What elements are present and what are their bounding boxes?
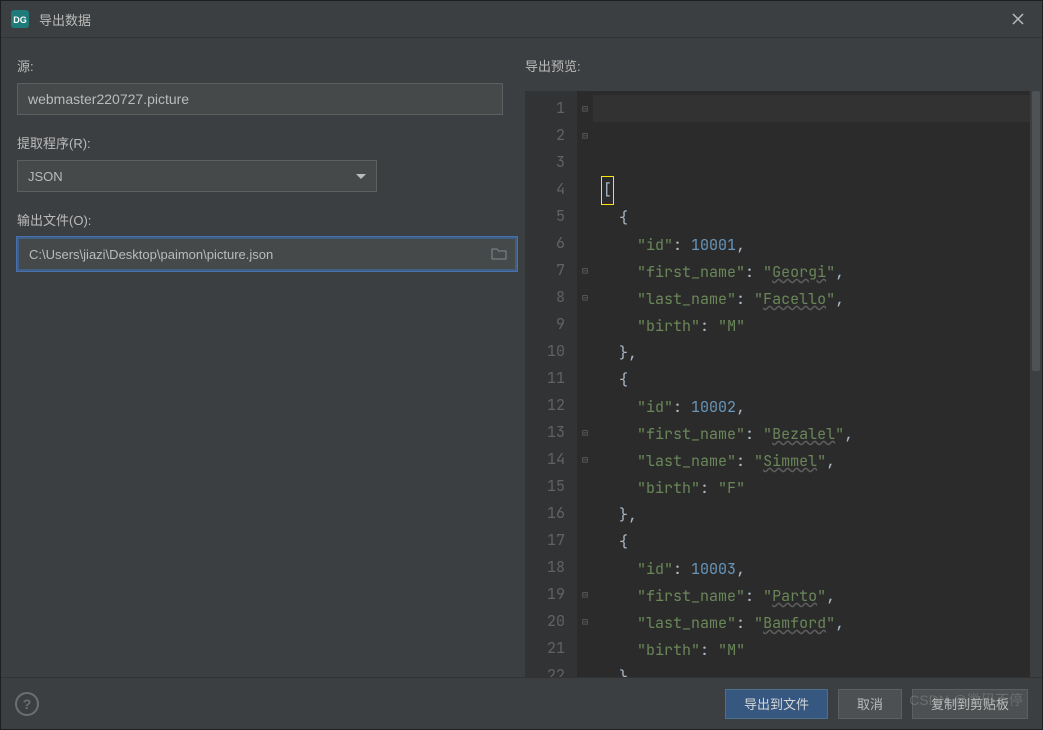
export-dialog: DG 导出数据 源: webmaster220727.picture 提取程序(… [0,0,1043,730]
cancel-button[interactable]: 取消 [838,689,902,719]
left-panel: 源: webmaster220727.picture 提取程序(R): JSON… [1,38,521,677]
app-icon: DG [11,10,29,28]
preview-label: 导出预览: [521,56,1042,75]
source-input[interactable]: webmaster220727.picture [17,83,503,115]
extractor-select[interactable]: JSON [17,160,377,192]
footer: ? 导出到文件 取消 复制到剪贴板 [1,677,1042,729]
vertical-scrollbar[interactable] [1030,91,1042,677]
preview-editor[interactable]: 12345678910111213141516171819202122 ⊟⊟⊟⊟… [525,91,1042,677]
extractor-label: 提取程序(R): [17,133,505,152]
help-icon[interactable]: ? [15,692,39,716]
extractor-group: 提取程序(R): JSON [17,133,505,192]
chevron-down-icon [356,174,366,179]
close-icon[interactable] [1004,5,1032,33]
copy-to-clipboard-button[interactable]: 复制到剪贴板 [912,689,1028,719]
export-button[interactable]: 导出到文件 [725,689,828,719]
code-area: [ { "id": 10001, "first_name": "Georgi",… [593,91,1030,677]
output-value: C:\Users\jiazi\Desktop\paimon\picture.js… [29,247,491,262]
output-label: 输出文件(O): [17,210,505,229]
svg-text:DG: DG [13,15,27,25]
output-group: 输出文件(O): C:\Users\jiazi\Desktop\paimon\p… [17,210,505,271]
folder-icon[interactable] [491,246,507,262]
window-title: 导出数据 [39,10,91,29]
dialog-body: 源: webmaster220727.picture 提取程序(R): JSON… [1,38,1042,677]
source-value: webmaster220727.picture [28,91,189,107]
code-lines: [ { "id": 10001, "first_name": "Georgi",… [601,176,1030,677]
gutter: 12345678910111213141516171819202122 [525,91,577,677]
fold-column: ⊟⊟⊟⊟⊟⊟⊟⊟ [577,91,593,677]
scrollbar-thumb[interactable] [1032,91,1040,371]
source-label: 源: [17,56,505,75]
source-group: 源: webmaster220727.picture [17,56,505,115]
extractor-value: JSON [28,169,63,184]
right-panel: 导出预览: 1234567891011121314151617181920212… [521,38,1042,677]
current-line-highlight [593,95,1030,122]
output-file-input[interactable]: C:\Users\jiazi\Desktop\paimon\picture.js… [17,237,517,271]
titlebar: DG 导出数据 [1,1,1042,38]
